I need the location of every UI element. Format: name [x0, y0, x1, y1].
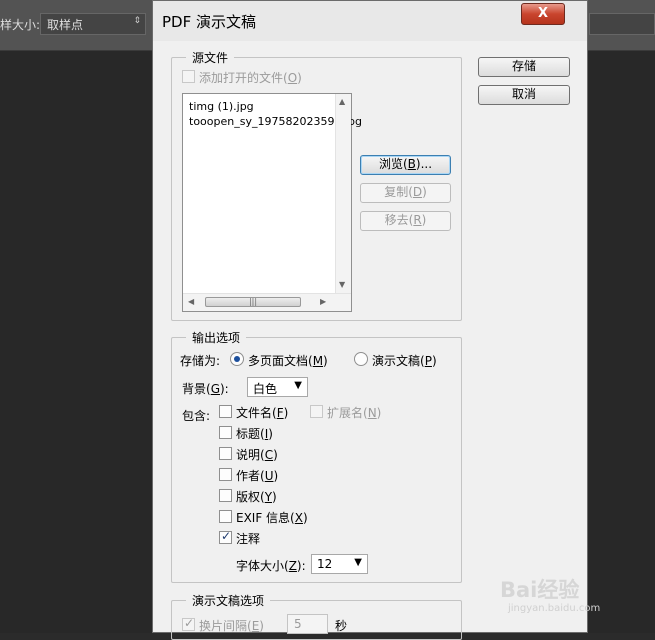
save-as-label: 存储为:: [180, 354, 221, 368]
annotations-checkbox[interactable]: ✓: [219, 529, 232, 544]
presentation-label: 演示文稿(P): [372, 354, 437, 368]
scroll-up-arrow-icon[interactable]: ▲: [339, 97, 345, 106]
copyright-checkbox[interactable]: [219, 489, 232, 502]
filename-checkbox[interactable]: [219, 405, 232, 418]
output-options-group: 输出选项: [171, 329, 462, 583]
scroll-left-arrow-icon[interactable]: ◀: [188, 297, 194, 306]
browse-button[interactable]: 浏览(B)...: [360, 155, 451, 175]
file-list-horizontal-scrollbar[interactable]: ◀ ||| ▶: [183, 293, 351, 311]
dropdown-arrow-icon: ▼: [354, 557, 362, 568]
scroll-down-arrow-icon[interactable]: ▼: [339, 280, 345, 289]
file-list[interactable]: timg (1).jpg tooopen_sy_197582023591.jpg…: [182, 93, 362, 312]
radio-selected-dot: [234, 356, 240, 362]
source-files-legend: 源文件: [186, 49, 235, 66]
checkmark-icon: ✓: [221, 529, 232, 543]
dropdown-arrow-icon: ▼: [294, 380, 302, 391]
updown-arrows-icon: ⇕: [133, 16, 141, 26]
exif-checkbox[interactable]: [219, 510, 232, 523]
remove-button[interactable]: 移去(R): [360, 211, 451, 231]
checkmark-icon: ✓: [184, 616, 195, 630]
file-list-vertical-scrollbar[interactable]: ▲ ▼: [335, 94, 351, 294]
options-field[interactable]: [589, 13, 655, 35]
duplicate-button[interactable]: 复制(D): [360, 183, 451, 203]
title-label: 标题(I): [236, 427, 273, 441]
multipage-label: 多页面文档(M): [248, 354, 328, 368]
output-options-legend: 输出选项: [186, 329, 247, 346]
cancel-button[interactable]: 取消: [478, 85, 570, 105]
file-list-item[interactable]: timg (1).jpg: [189, 100, 254, 113]
background-select[interactable]: 白色 ▼: [247, 377, 308, 397]
annotations-label: 注释: [236, 532, 261, 546]
dialog-title: PDF 演示文稿: [162, 13, 256, 31]
description-label: 说明(C): [236, 448, 278, 462]
presentation-options-legend: 演示文稿选项: [186, 592, 271, 609]
advance-seconds-value: 5: [294, 617, 302, 631]
extension-label: 扩展名(N): [327, 406, 382, 420]
font-size-value: 12: [317, 557, 333, 571]
background-label: 背景(G):: [182, 382, 229, 396]
sample-size-value: 取样点: [47, 18, 84, 32]
add-open-files-checkbox[interactable]: [182, 70, 195, 83]
close-icon: X: [537, 6, 549, 21]
close-button[interactable]: X: [521, 3, 565, 25]
scroll-thumb[interactable]: |||: [205, 297, 301, 307]
filename-label: 文件名(F): [236, 406, 289, 420]
add-open-files-label: 添加打开的文件(O): [199, 71, 302, 85]
baidu-watermark: Bai经验: [500, 578, 580, 602]
advance-label: 换片间隔(E): [199, 619, 264, 633]
background-value: 白色: [253, 382, 278, 396]
extension-checkbox[interactable]: [310, 405, 323, 418]
author-checkbox[interactable]: [219, 468, 232, 481]
advance-seconds-field[interactable]: 5: [287, 614, 328, 634]
sample-size-label: 样大小:: [0, 18, 41, 32]
multipage-radio[interactable]: [230, 352, 244, 366]
save-button[interactable]: 存储: [478, 57, 570, 77]
exif-label: EXIF 信息(X): [236, 511, 308, 525]
font-size-label: 字体大小(Z):: [236, 559, 306, 573]
author-label: 作者(U): [236, 469, 279, 483]
canvas-area-right: [588, 51, 655, 633]
include-label: 包含:: [182, 409, 211, 423]
advance-checkbox[interactable]: ✓: [182, 616, 195, 631]
scroll-right-arrow-icon[interactable]: ▶: [320, 297, 326, 306]
seconds-label: 秒: [335, 619, 348, 633]
description-checkbox[interactable]: [219, 447, 232, 460]
title-checkbox[interactable]: [219, 426, 232, 439]
copyright-label: 版权(Y): [236, 490, 277, 504]
canvas-area-left: [0, 51, 152, 633]
baidu-watermark-url: jingyan.baidu.com: [508, 603, 601, 614]
dialog-titlebar: PDF 演示文稿 X: [153, 1, 587, 41]
font-size-select[interactable]: 12 ▼: [311, 554, 368, 574]
sample-size-select[interactable]: 取样点 ⇕: [40, 13, 146, 35]
presentation-radio[interactable]: [354, 352, 368, 366]
